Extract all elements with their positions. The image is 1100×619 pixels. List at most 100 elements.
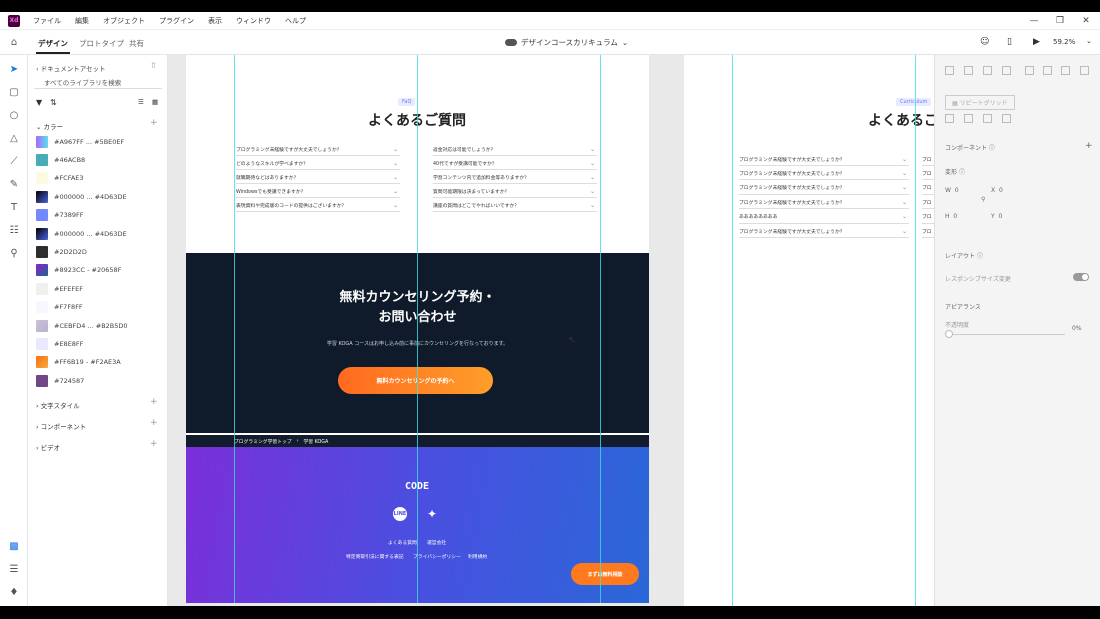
color-swatch-item[interactable]: #46ACB8	[36, 153, 85, 166]
faq-item[interactable]: 返金対応は可能でしょうか？ ⌄	[433, 143, 597, 156]
x-field[interactable]: X 0	[991, 187, 1003, 194]
user-icon[interactable]: ☺	[980, 37, 989, 47]
menu-view[interactable]: 表示	[201, 16, 229, 26]
select-tool-icon[interactable]: ➤	[7, 62, 21, 76]
zoom-chevron-icon[interactable]: ⌄	[1086, 37, 1092, 45]
zoom-level[interactable]: 59.2%	[1053, 38, 1075, 46]
play-icon[interactable]: ▶	[1033, 37, 1040, 47]
menu-window[interactable]: ウィンドウ	[229, 16, 278, 26]
video-section[interactable]: › ビデオ	[36, 442, 60, 452]
filter-icon[interactable]: ▼	[36, 98, 42, 107]
footer-link-company[interactable]: 運営会社	[427, 539, 446, 546]
color-swatch-item[interactable]: #A967FF ... #5BE0EF	[36, 135, 124, 148]
faq-item[interactable]: プログラミング未経験ですが大丈夫でしょうか？ ⌄	[739, 153, 909, 166]
faq-item[interactable]: プロ⌄	[922, 211, 934, 224]
boolean-intersect-icon[interactable]	[983, 114, 992, 123]
repeat-grid-button[interactable]: ▦ リピートグリッド	[945, 95, 1015, 110]
minimize-icon[interactable]: —	[1021, 12, 1047, 30]
close-icon[interactable]: ✕	[1073, 12, 1099, 30]
faq-item[interactable]: プログラミング未経験ですが大丈夫でしょうか？ ⌄	[739, 225, 909, 238]
align-bottom-icon[interactable]	[983, 66, 992, 75]
faq-item[interactable]: 表現資料や完成版のコードの提供はございますか？ ⌄	[236, 199, 400, 212]
color-swatch-item[interactable]: #FCFAE3	[36, 172, 84, 185]
list-view-icon[interactable]: ☰	[138, 98, 144, 106]
counseling-reserve-button[interactable]: 無料カウンセリングの予約へ	[338, 367, 493, 394]
faq-item[interactable]: プロ⌄	[922, 153, 934, 166]
footer-link-privacy[interactable]: プライバシーポリシー	[413, 553, 461, 560]
faq-item[interactable]: 学習コンテンツ内で追加料金等ありますか？ ⌄	[433, 171, 597, 184]
color-swatch-item[interactable]: #000000 ... #4D63DE	[36, 190, 127, 203]
layers-panel-icon[interactable]: ☰	[7, 562, 21, 576]
tab-design[interactable]: デザイン	[36, 38, 70, 54]
color-swatch-item[interactable]: #724587	[36, 374, 84, 387]
sort-icon[interactable]: ⇅	[50, 98, 57, 107]
faq-item[interactable]: プログラミング未経験ですが大丈夫でしょうか？ ⌄	[739, 196, 909, 210]
faq-item[interactable]: プロ⌄	[922, 182, 934, 195]
document-title[interactable]: デザインコースカリキュラム ⌄	[505, 37, 628, 48]
responsive-resize-toggle[interactable]	[1073, 273, 1089, 281]
assets-header[interactable]: ‹ ドキュメントアセット	[36, 63, 106, 73]
color-swatch-item[interactable]: #2D2D2D	[36, 245, 87, 258]
color-swatch-item[interactable]: #8923CC - #20658F	[36, 264, 121, 277]
device-preview-icon[interactable]: ▯	[1007, 37, 1012, 47]
library-search-input[interactable]: すべてのライブラリを検索	[34, 77, 162, 89]
align-right-icon[interactable]	[1061, 66, 1070, 75]
menu-file[interactable]: ファイル	[26, 16, 68, 26]
color-swatch-item[interactable]: #CEBFD4 ... #B2B5D0	[36, 319, 128, 332]
tab-share[interactable]: 共有	[129, 38, 144, 49]
faq-item[interactable]: プロ⌄	[922, 196, 934, 210]
artboard-main[interactable]: FaQ よくあるご質問 プログラミング未経験ですが大丈夫でしょうか？ ⌄ どのような…	[186, 55, 649, 603]
artboard-tool-icon[interactable]: ☷	[7, 223, 21, 237]
color-swatch-item[interactable]: #FF6B19 - #F2AE3A	[36, 356, 121, 369]
opacity-value[interactable]: 0%	[1072, 325, 1082, 332]
add-component-icon[interactable]: +	[1085, 141, 1093, 151]
boolean-subtract-icon[interactable]	[964, 114, 973, 123]
boolean-exclude-icon[interactable]	[1002, 114, 1011, 123]
text-tool-icon[interactable]: T	[7, 200, 21, 214]
y-field[interactable]: Y 0	[991, 213, 1002, 220]
breadcrumb-home[interactable]: プログラミング学習トップ	[234, 438, 292, 445]
faq-item[interactable]: 講座の質問はどこでやればいいですか？ ⌄	[433, 199, 597, 212]
menu-object[interactable]: オブジェクト	[96, 16, 152, 26]
footer-link-legal[interactable]: 特定商取引法に関する表記	[346, 553, 404, 560]
twitter-icon[interactable]: ✦	[425, 507, 439, 521]
align-center-icon[interactable]	[1043, 66, 1052, 75]
color-swatch-item[interactable]: #000000 ... #4D63DE	[36, 227, 127, 240]
assets-panel-icon[interactable]: ▩	[7, 539, 21, 553]
opacity-slider-track[interactable]	[947, 334, 1065, 335]
boolean-add-icon[interactable]	[945, 114, 954, 123]
pen-tool-icon[interactable]: ✎	[7, 177, 21, 191]
align-left-icon[interactable]	[1025, 66, 1034, 75]
restore-icon[interactable]: ❐	[1047, 12, 1073, 30]
text-styles-section[interactable]: › 文字スタイル	[36, 400, 80, 410]
plugins-panel-icon[interactable]: ♦	[7, 585, 21, 599]
add-text-style-icon[interactable]: +	[150, 397, 158, 407]
height-field[interactable]: H 0	[945, 213, 957, 220]
footer-link-terms[interactable]: 利用規約	[468, 553, 487, 560]
share-icon[interactable]: ⇧	[150, 61, 157, 70]
color-swatch-item[interactable]: #F7F8FF	[36, 301, 83, 314]
faq-item[interactable]: ああああああああ ⌄	[739, 211, 909, 224]
width-field[interactable]: W 0	[945, 187, 959, 194]
faq-item[interactable]: プロ⌄	[922, 167, 934, 181]
distribute-vertical-icon[interactable]	[1002, 66, 1011, 75]
add-color-icon[interactable]: +	[150, 118, 158, 128]
faq-item[interactable]: プログラミング未経験ですが大丈夫でしょうか？ ⌄	[739, 182, 909, 195]
free-consultation-button[interactable]: まずは無料相談	[571, 563, 639, 585]
zoom-tool-icon[interactable]: ⚲	[7, 246, 21, 260]
colors-section-header[interactable]: ⌄ カラー	[36, 121, 63, 131]
line-icon[interactable]: LINE	[393, 507, 407, 521]
color-swatch-item[interactable]: #E8E8FF	[36, 337, 83, 350]
footer-link-faq[interactable]: よくある質問	[388, 539, 417, 546]
tab-prototype[interactable]: プロトタイプ	[79, 38, 124, 49]
menu-help[interactable]: ヘルプ	[278, 16, 313, 26]
line-tool-icon[interactable]: ⟋	[7, 154, 21, 168]
faq-item[interactable]: 40代ですが受講可能ですか？ ⌄	[433, 157, 597, 170]
faq-item[interactable]: プロ⌄	[922, 225, 934, 238]
color-swatch-item[interactable]: #EFEFEF	[36, 282, 83, 295]
color-swatch-item[interactable]: #7389FF	[36, 209, 83, 222]
align-middle-icon[interactable]	[964, 66, 973, 75]
add-video-icon[interactable]: +	[150, 439, 158, 449]
faq-item[interactable]: 質問可能期限は決まっていますか？ ⌄	[433, 185, 597, 198]
distribute-horizontal-icon[interactable]	[1080, 66, 1089, 75]
